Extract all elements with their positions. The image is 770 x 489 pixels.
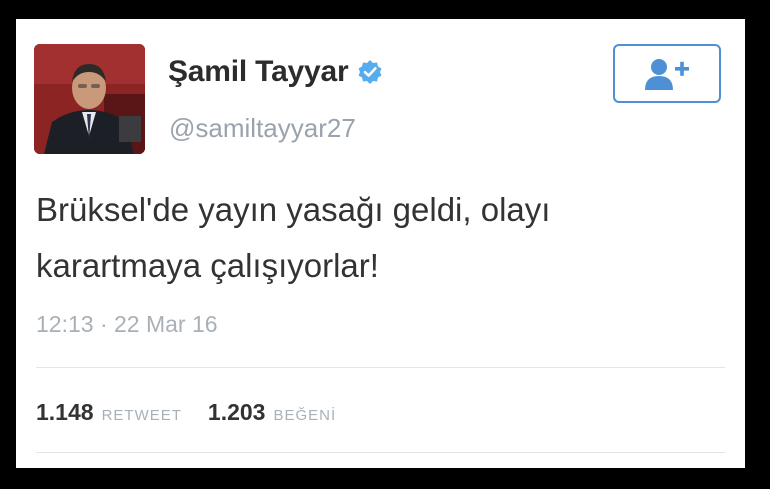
verified-badge-icon bbox=[357, 59, 383, 85]
avatar-photo bbox=[34, 44, 145, 154]
tweet-text: Brüksel'de yayın yasağı geldi, olayı kar… bbox=[36, 191, 551, 284]
follow-button[interactable] bbox=[613, 44, 721, 103]
avatar[interactable] bbox=[34, 44, 145, 154]
user-name[interactable]: Şamil Tayyar bbox=[168, 55, 383, 89]
like-count[interactable]: 1.203 bbox=[208, 399, 266, 426]
user-name-text[interactable]: Şamil Tayyar bbox=[168, 55, 349, 89]
tweet-timestamp[interactable]: 12:13 · 22 Mar 16 bbox=[36, 311, 218, 338]
add-user-icon bbox=[645, 58, 689, 90]
retweet-count[interactable]: 1.148 bbox=[36, 399, 94, 426]
retweet-label[interactable]: RETWEET bbox=[102, 407, 182, 424]
tweet-stats: 1.148 RETWEET 1.203 BEĞENİ bbox=[36, 399, 362, 426]
divider bbox=[36, 367, 725, 368]
like-label[interactable]: BEĞENİ bbox=[273, 407, 336, 424]
user-handle[interactable]: @samiltayyar27 bbox=[169, 113, 356, 144]
tweet-card: Şamil Tayyar @samiltayyar27 Brüksel'de y… bbox=[16, 19, 745, 468]
divider bbox=[36, 452, 725, 453]
